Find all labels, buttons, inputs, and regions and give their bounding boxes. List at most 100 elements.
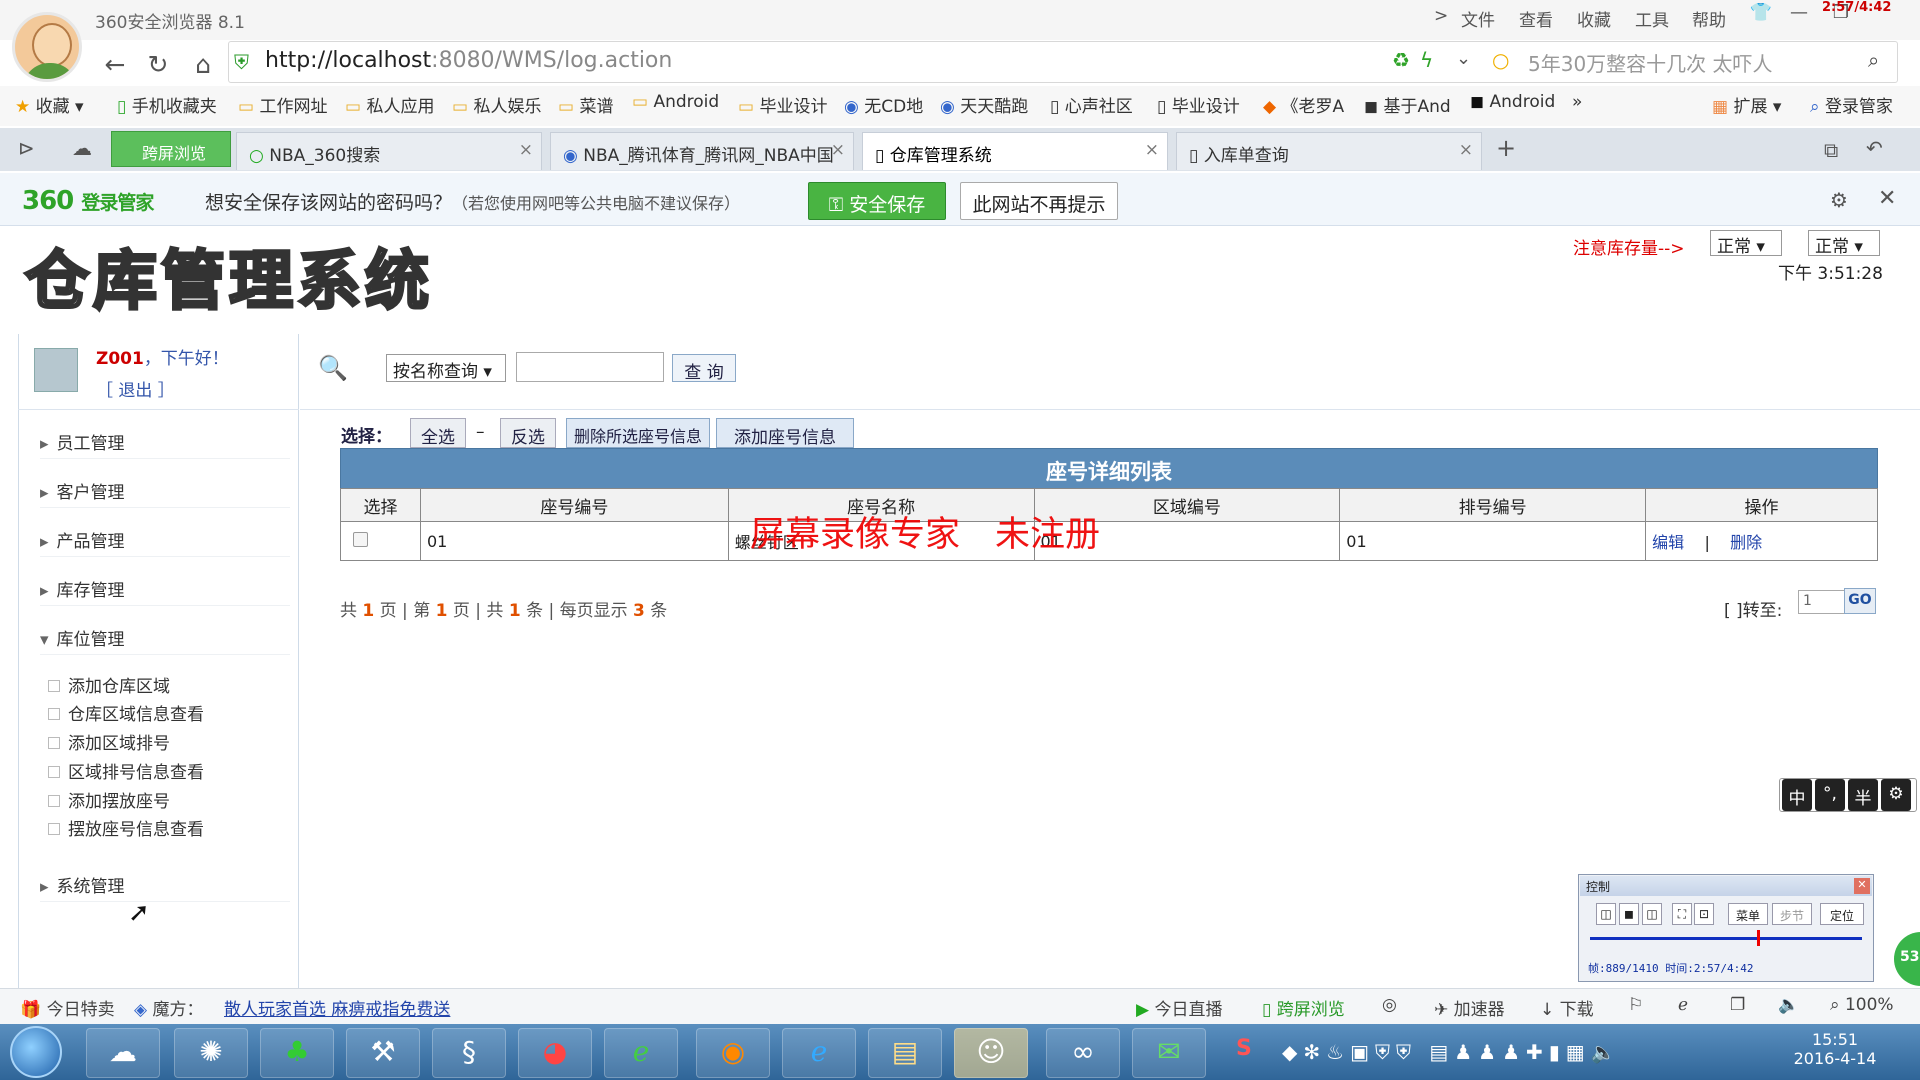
new-tab-button[interactable]: + [1496,134,1516,162]
safe-save-button[interactable]: ⚿ 安全保存 [808,182,946,220]
refresh-icon[interactable]: ↻ [143,50,173,79]
sogou-icon[interactable]: S [1236,1036,1252,1061]
subitem-add-seat[interactable]: 添加摆放座号 [48,787,170,812]
status-select-1[interactable]: 正常 ▾ [1710,230,1782,257]
never-prompt-button[interactable]: 此网站不再提示 [960,182,1118,220]
shirt-icon[interactable]: 👕 [1744,2,1778,34]
recorder-fit-icon[interactable]: ⊡ [1694,903,1714,925]
back-icon[interactable]: ← [100,50,130,79]
window-icon[interactable]: ❐ [1730,995,1745,1015]
close-icon[interactable]: × [1459,140,1473,160]
split-screen-button[interactable]: 跨屏浏览 [111,131,231,167]
home-icon[interactable]: ⌂ [188,50,218,79]
query-mode-select[interactable]: 按名称查询 ▾ [386,354,506,382]
search-icon[interactable]: ⌕ [1868,48,1879,72]
gear-icon[interactable]: ⚙ [1830,188,1848,212]
query-input[interactable] [516,352,664,382]
bookmark-recipes[interactable]: ▭ 菜谱 [558,92,613,117]
close-icon[interactable]: × [1145,140,1159,160]
accelerator-link[interactable]: ✈ 加速器 [1434,995,1505,1020]
recorder-progress-marker[interactable] [1757,930,1760,946]
subitem-add-row[interactable]: 添加区域排号 [48,729,170,754]
download-link[interactable]: ↓ 下载 [1540,995,1594,1020]
menu-help[interactable]: 帮助 [1692,6,1726,31]
tab-nba-tencent[interactable]: ◉ NBA_腾讯体育_腾讯网_NBA中国 × [550,132,854,170]
bookmark-nocd[interactable]: ◉ 无CD地 [844,92,923,117]
ie-icon[interactable]: ℯ [1678,995,1688,1015]
go-button[interactable]: GO [1844,588,1876,614]
bookmark-mobile[interactable]: ▯ 手机收藏夹 [117,92,217,117]
subitem-view-area[interactable]: 仓库区域信息查看 [48,700,204,725]
logout-link[interactable]: ［ 退出 ］ [96,376,175,401]
chevron-down-icon[interactable]: ⌄ [1456,48,1471,69]
bookmark-work[interactable]: ▭ 工作网址 [238,92,327,117]
bookmark-voice[interactable]: ▯ 心声社区 [1050,92,1133,117]
search-engine-icon[interactable]: ○ [1492,48,1509,72]
recycle-icon[interactable]: ♻ [1392,48,1410,72]
bookmark-private-apps[interactable]: ▭ 私人应用 [345,92,434,117]
add-seat-button[interactable]: 添加座号信息 [716,418,854,448]
ime-chinese-toggle[interactable]: 中 [1782,779,1812,811]
bookmark-extensions[interactable]: ▦ 扩展 ▾ [1712,92,1781,117]
split-browse-link[interactable]: ▯ 跨屏浏览 [1262,995,1345,1020]
close-icon[interactable]: × [519,140,533,160]
sidebar-item-locations[interactable]: 库位管理 [40,615,290,655]
floating-badge[interactable]: 53 [1894,932,1920,986]
recorder-locate-button[interactable]: 定位 [1820,903,1864,925]
menu-tools[interactable]: 工具 [1635,6,1669,31]
bookmarks-more-icon[interactable]: » [1572,92,1582,112]
jump-page-input[interactable]: 1 [1798,590,1848,614]
subitem-view-seat[interactable]: 摆放座号信息查看 [48,815,204,840]
url-text[interactable]: http://localhost:8080/WMS/log.action [265,48,672,73]
close-icon[interactable]: ✕ [1854,878,1870,894]
bookmark-parkour[interactable]: ◉ 天天酷跑 [940,92,1028,117]
sidebar-item-products[interactable]: 产品管理 [40,517,290,557]
sidebar-item-customers[interactable]: 客户管理 [40,468,290,508]
bookmark-graduation[interactable]: ▭ 毕业设计 [738,92,827,117]
delete-link[interactable]: 删除 [1730,533,1762,552]
sidebar-item-staff[interactable]: 员工管理 [40,419,290,459]
query-button[interactable]: 查 询 [672,354,736,383]
ime-punctuation-toggle[interactable]: °, [1815,779,1845,811]
system-tray-icons[interactable]: ◆✻♨▣⛨⛨ ▤♟♟♟✚▮▦🔈 [1282,1040,1622,1064]
undo-icon[interactable]: ↶ [1866,136,1883,160]
tab-inbound-query[interactable]: ▯ 入库单查询 × [1176,132,1482,170]
restore-tab-icon[interactable]: ⧉ [1824,138,1838,162]
bookmark-android[interactable]: ▭ Android [632,92,719,112]
select-all-button[interactable]: 全选 [410,418,466,448]
recorder-fullscreen-icon[interactable]: ⛶ [1672,903,1692,925]
recorder-menu-button[interactable]: 菜单 [1728,903,1768,925]
bookmark-based-on[interactable]: ◼ 基于And [1364,92,1451,117]
recorder-progress-bar[interactable] [1590,937,1862,940]
subitem-view-row[interactable]: 区域排号信息查看 [48,758,204,783]
lightning-icon[interactable]: ϟ [1420,48,1433,72]
flag-icon[interactable]: ⚐ [1628,995,1643,1015]
bookmark-graduation-2[interactable]: ▯ 毕业设计 [1157,92,1240,117]
bookmark-laoluo[interactable]: ◆ 《老罗A [1263,92,1344,117]
row-checkbox[interactable] [353,531,368,547]
user-avatar-icon[interactable] [12,12,82,82]
minimize-icon[interactable]: — [1782,2,1816,34]
promo-link[interactable]: 散人玩家首选 麻痹戒指免费送 [224,995,450,1020]
live-link[interactable]: ▶ 今日直播 [1136,995,1222,1020]
bookmark-private-fun[interactable]: ▭ 私人娱乐 [452,92,541,117]
tab-nba-360[interactable]: ○ NBA_360搜索 × [236,132,542,170]
ime-settings-icon[interactable]: ⚙ [1881,779,1911,811]
close-icon[interactable]: × [831,140,845,160]
subitem-add-area[interactable]: 添加仓库区域 [48,672,170,697]
recorder-prev-icon[interactable]: ◫ [1596,903,1616,925]
menu-favorites[interactable]: 收藏 [1577,6,1611,31]
recorder-step-button[interactable]: 步节 [1772,903,1812,925]
recorder-next-icon[interactable]: ◫ [1642,903,1662,925]
zoom-control[interactable]: ⌕ 100% [1830,995,1894,1015]
recorder-stop-icon[interactable]: ◼ [1619,903,1639,925]
status-select-2[interactable]: 正常 ▾ [1808,230,1880,257]
invert-select-button[interactable]: 反选 [500,418,556,448]
bookmark-favorites[interactable]: ★ 收藏 ▾ [15,92,84,117]
ime-halfwidth-toggle[interactable]: 半 [1848,779,1878,811]
sidebar-item-inventory[interactable]: 库存管理 [40,566,290,606]
menu-view[interactable]: 查看 [1519,6,1553,31]
menu-arrow[interactable]: > [1434,6,1448,26]
menu-file[interactable]: 文件 [1461,6,1495,31]
today-deal-link[interactable]: 🎁 今日特卖 [20,995,115,1020]
